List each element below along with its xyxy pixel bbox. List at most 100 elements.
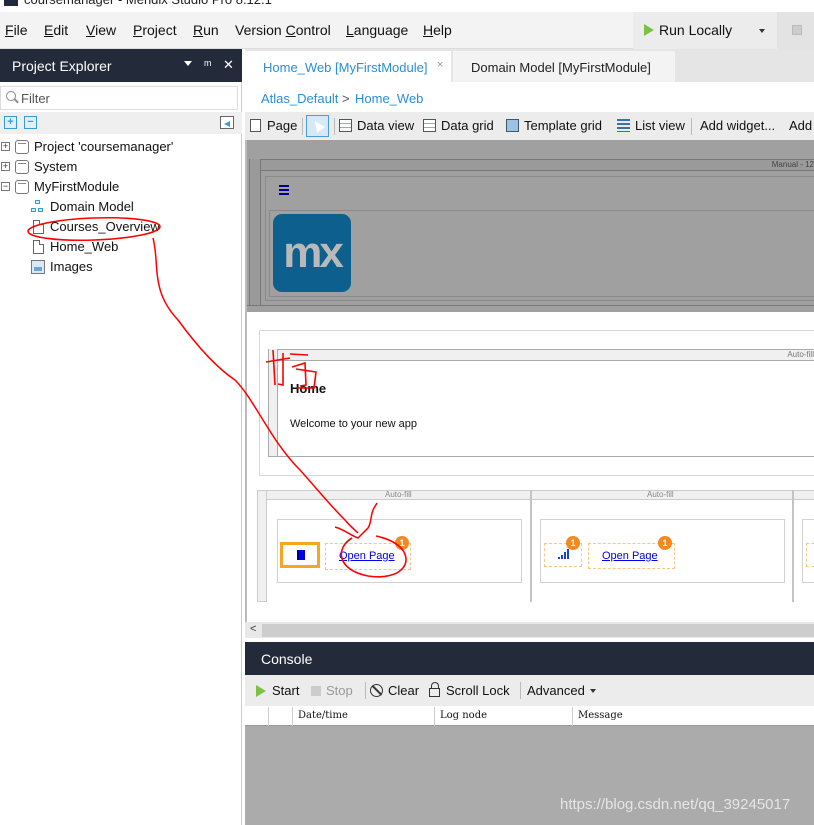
close-icon[interactable]: ✕ <box>223 57 234 73</box>
scroll-left-icon[interactable]: < <box>250 623 256 635</box>
column-header-message[interactable]: Message <box>572 707 814 726</box>
start-button[interactable]: Start <box>272 683 299 698</box>
run-locally-button[interactable]: Run Locally <box>633 12 777 49</box>
dropdown-icon[interactable] <box>184 61 192 66</box>
column-header-log-node[interactable]: Log node <box>434 707 572 726</box>
project-explorer: Project Explorer ᵐ ✕ + − + Project 'cour… <box>0 49 242 825</box>
menu-run[interactable]: Run <box>193 22 219 38</box>
add-building-block-button[interactable]: Add <box>789 118 812 133</box>
project-explorer-header: Project Explorer ᵐ ✕ <box>0 49 242 82</box>
app-icon <box>4 0 18 6</box>
scrollbar-thumb[interactable] <box>262 624 814 637</box>
welcome-text[interactable]: Welcome to your new app <box>290 418 417 430</box>
menu-version-control[interactable]: Version Control <box>235 22 331 38</box>
chevron-down-icon[interactable] <box>590 689 596 693</box>
divider <box>365 682 366 699</box>
tab-home-web[interactable]: Home_Web [MyFirstModule] × <box>245 51 451 82</box>
home-container: Auto-fill Home Welcome to your new app <box>259 330 814 476</box>
list-view-icon <box>617 119 630 132</box>
menu-view[interactable]: View <box>86 22 116 38</box>
column-ruler <box>257 490 814 500</box>
menu-language[interactable]: Language <box>346 22 408 38</box>
collapse-all-icon[interactable]: − <box>24 116 37 129</box>
search-icon <box>6 91 16 101</box>
icon-widget[interactable] <box>806 543 814 567</box>
add-widget-button[interactable]: Add widget... <box>700 118 775 133</box>
stop-icon <box>311 686 321 696</box>
play-icon <box>644 24 654 36</box>
watermark: https://blog.csdn.net/qq_39245017 <box>560 796 791 813</box>
error-badge[interactable]: 1 <box>658 536 672 550</box>
pin-icon[interactable]: ᵐ <box>204 57 211 72</box>
page-icon <box>250 119 261 132</box>
error-badge[interactable]: 1 <box>566 536 580 550</box>
data-view-icon <box>339 119 352 132</box>
card-row: Auto-fill Auto-fill Open Page 1 1 Open P… <box>257 490 814 602</box>
sync-tree-icon[interactable] <box>220 116 234 129</box>
tree-item-project[interactable]: + Project 'coursemanager' <box>0 137 242 157</box>
home-heading[interactable]: Home <box>290 381 326 396</box>
tree-item-home-web[interactable]: Home_Web <box>0 237 242 257</box>
tree-item-courses-overview[interactable]: Courses_Overview <box>0 217 242 237</box>
chevron-down-icon[interactable] <box>759 29 765 33</box>
tree-label: Courses_Overview <box>50 219 160 234</box>
page-canvas[interactable]: Manual - 12 mx Auto-fill Home Welcome to… <box>245 140 814 622</box>
menu-file[interactable]: File <box>5 22 28 38</box>
tree-item-myfirstmodule[interactable]: − MyFirstModule <box>0 177 242 197</box>
clear-button[interactable]: Clear <box>388 683 419 698</box>
breadcrumb: Atlas_Default > Home_Web <box>245 82 814 112</box>
page-button[interactable]: Page <box>267 118 297 133</box>
expand-icon[interactable]: + <box>1 162 10 171</box>
advanced-dropdown[interactable]: Advanced <box>527 683 585 698</box>
collapse-icon[interactable]: − <box>1 182 10 191</box>
open-page-link[interactable]: Open Page <box>602 550 658 562</box>
filter-input-box[interactable] <box>0 86 238 110</box>
tree-label: System <box>34 159 78 174</box>
list-view-button[interactable]: List view <box>635 118 685 133</box>
tab-domain-model[interactable]: Domain Model [MyFirstModule] <box>453 51 675 82</box>
tree-label: Project 'coursemanager' <box>34 139 174 154</box>
open-page-link[interactable]: Open Page <box>339 550 395 562</box>
select-pointer-button[interactable] <box>306 115 329 137</box>
filter-input[interactable] <box>21 89 231 107</box>
domain-model-icon <box>31 200 45 214</box>
breadcrumb-page[interactable]: Home_Web <box>355 91 423 106</box>
menu-help[interactable]: Help <box>423 22 452 38</box>
stop-icon <box>792 25 802 35</box>
project-icon <box>15 140 29 154</box>
play-icon <box>256 685 266 697</box>
scroll-lock-button[interactable]: Scroll Lock <box>446 683 510 698</box>
ruler-label: Auto-fill <box>647 490 674 499</box>
menu-bar: File Edit View Project Run Version Contr… <box>0 12 814 49</box>
tree-item-images[interactable]: Images <box>0 257 242 277</box>
horizontal-scrollbar[interactable]: < <box>245 622 814 638</box>
signal-icon <box>558 549 570 559</box>
close-tab-icon[interactable]: × <box>437 59 443 71</box>
error-badge[interactable]: 1 <box>395 536 409 550</box>
icon-widget-selected[interactable] <box>280 542 320 568</box>
tree-item-domain-model[interactable]: Domain Model <box>0 197 242 217</box>
template-grid-icon <box>506 119 519 132</box>
stop-button[interactable] <box>777 12 814 49</box>
page-icon <box>33 240 44 254</box>
column-header-level[interactable] <box>268 707 292 726</box>
expand-all-icon[interactable]: + <box>4 116 17 129</box>
ruler-label: Auto-fill <box>385 490 412 499</box>
breadcrumb-layout[interactable]: Atlas_Default <box>261 91 338 106</box>
data-grid-button[interactable]: Data grid <box>441 118 494 133</box>
stop-button[interactable]: Stop <box>326 683 353 698</box>
divider <box>334 118 335 135</box>
menu-edit[interactable]: Edit <box>44 22 68 38</box>
mendix-logo[interactable]: mx <box>273 214 351 292</box>
template-grid-button[interactable]: Template grid <box>524 118 602 133</box>
data-view-button[interactable]: Data view <box>357 118 414 133</box>
menu-project[interactable]: Project <box>133 22 177 38</box>
tree-label: MyFirstModule <box>34 179 120 194</box>
column-header-datetime[interactable]: Date/time <box>292 707 434 726</box>
expand-icon[interactable]: + <box>1 142 10 151</box>
book-icon <box>297 550 305 560</box>
tree-item-system[interactable]: + System <box>0 157 242 177</box>
column-divider <box>792 490 794 602</box>
divider <box>302 118 303 135</box>
layout-row-handle <box>249 159 261 305</box>
